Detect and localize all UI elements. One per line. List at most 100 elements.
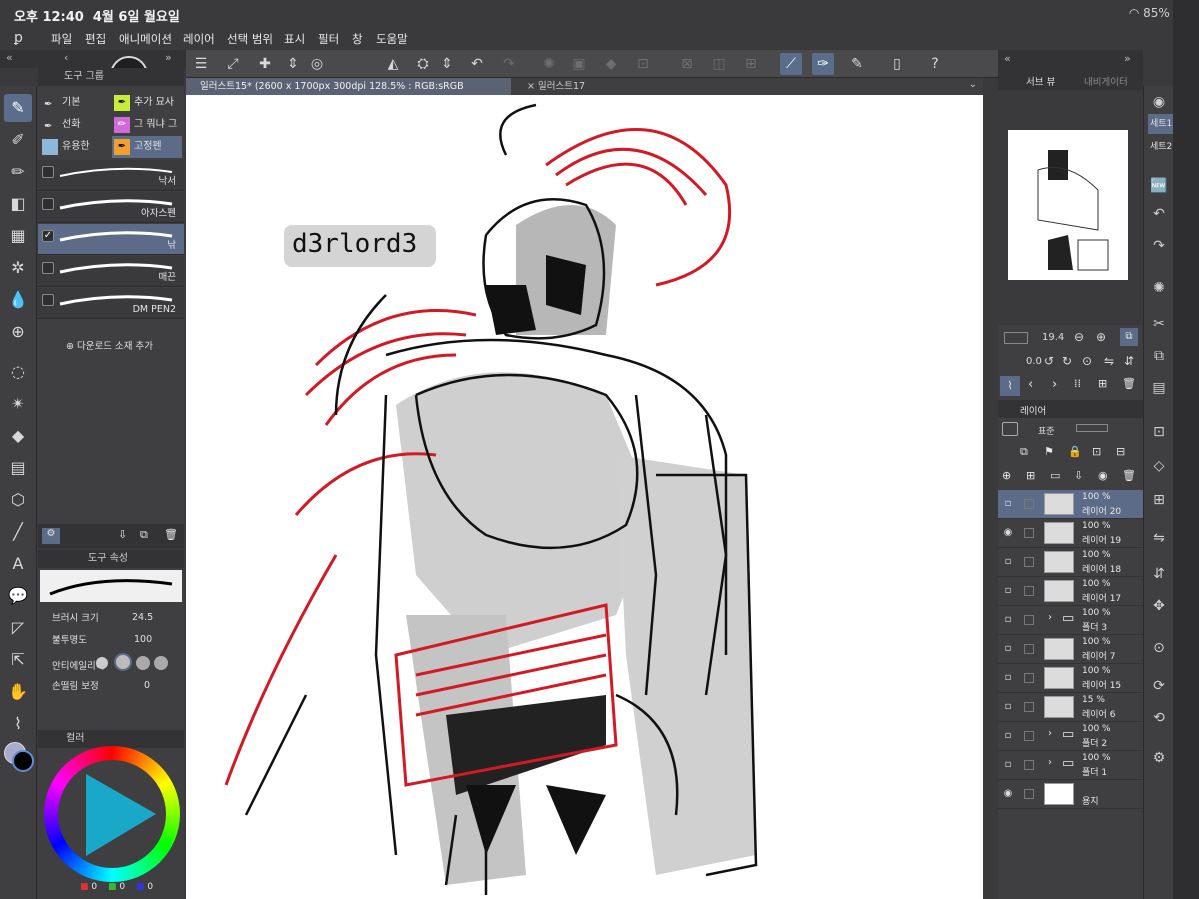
eye-icon[interactable]: ◉: [1002, 527, 1014, 538]
color-swatch-icon[interactable]: [4, 742, 34, 772]
new-raster-layer-icon[interactable]: ⊕: [1002, 469, 1011, 482]
opacity-value[interactable]: 100: [134, 634, 152, 645]
layer-row[interactable]: ▫ 100 % 레이어 18: [998, 548, 1143, 577]
add-material-button[interactable]: ⊕ 다운로드 소재 추가: [66, 338, 153, 352]
eye-hidden-icon[interactable]: ▫: [1002, 701, 1014, 712]
clear-icon[interactable]: ◭: [382, 53, 404, 75]
layer-lock-checkbox[interactable]: [1024, 644, 1034, 654]
clear-layer-icon[interactable]: ▣: [568, 53, 590, 75]
subtool-group-useful[interactable]: 유용한: [40, 136, 110, 158]
eye-hidden-icon[interactable]: ▫: [1002, 498, 1014, 509]
canvas-area[interactable]: d3rlord3: [186, 95, 983, 899]
layer-lock-checkbox[interactable]: [1024, 586, 1034, 596]
eye-hidden-icon[interactable]: ▫: [1002, 759, 1014, 770]
airbrush-tool-icon[interactable]: ✲: [4, 254, 32, 282]
grid-tool-icon[interactable]: ⊕: [4, 318, 32, 346]
drawing-canvas[interactable]: d3rlord3: [186, 95, 983, 899]
grid-icon[interactable]: ⁞⁞: [1074, 377, 1081, 390]
frame-tool-icon[interactable]: ◸: [4, 614, 32, 642]
scale-icon[interactable]: ⊞: [1147, 488, 1171, 512]
trash-icon[interactable]: 🗑: [164, 528, 178, 541]
collapse-right-icon[interactable]: «: [1004, 52, 1011, 65]
color-wheel[interactable]: [44, 746, 180, 882]
layer-lock-checkbox[interactable]: [1024, 499, 1034, 509]
app-logo-icon[interactable]: ꝑ: [14, 30, 34, 48]
undo-icon[interactable]: ↶: [466, 53, 488, 75]
tab-sub-view[interactable]: 서브 뷰: [1026, 74, 1055, 88]
ruler-snap-icon[interactable]: ⟋: [780, 53, 802, 75]
layer-row[interactable]: ▫ › ▭ 100 % 폴더 1: [998, 751, 1143, 780]
command-bar-toggle-icon[interactable]: ◉: [1147, 90, 1171, 114]
rotate-reset-icon[interactable]: ⟲: [1147, 706, 1171, 730]
subtool-group-lineart[interactable]: ✒ 선화: [40, 114, 110, 136]
menu-selection[interactable]: 선택 범위: [227, 31, 273, 47]
pen-pressure-icon[interactable]: ✎: [846, 53, 868, 75]
brush-item[interactable]: 아자스펜: [38, 192, 184, 223]
layer-row[interactable]: ▫ › ▭ 100 % 폴더 3: [998, 606, 1143, 635]
zoom-in-icon[interactable]: ⊕: [1096, 330, 1106, 344]
lock-icon[interactable]: 🔒: [1068, 445, 1082, 458]
menu-help[interactable]: 도움말: [376, 31, 408, 47]
brush-checkbox[interactable]: [42, 262, 54, 274]
chevron-left-icon[interactable]: ‹: [1028, 377, 1033, 392]
crop-icon[interactable]: ⊞: [740, 53, 762, 75]
set2-button[interactable]: 세트2: [1148, 137, 1176, 157]
blend-tool-icon[interactable]: 💧: [4, 286, 32, 314]
menu-icon[interactable]: ☰: [190, 53, 212, 75]
layer-lock-checkbox[interactable]: [1024, 731, 1034, 741]
eye-hidden-icon[interactable]: ▫: [1002, 730, 1014, 741]
zoom-out-icon[interactable]: ⊖: [1074, 330, 1084, 344]
menu-filter[interactable]: 필터: [318, 31, 339, 47]
subtool-settings-icon[interactable]: ⚙: [42, 528, 60, 544]
text-tool-icon[interactable]: A: [4, 550, 32, 578]
zoom-slider[interactable]: [1004, 332, 1028, 344]
set1-button[interactable]: 세트1: [1148, 114, 1176, 134]
rotate-left-icon[interactable]: ↺: [1044, 354, 1054, 368]
hand-tool-icon[interactable]: ✋: [4, 678, 32, 706]
opacity-slider[interactable]: [1076, 424, 1108, 432]
brush-item-selected[interactable]: ✓ 낚: [38, 224, 184, 255]
layer-lock-checkbox[interactable]: [1024, 702, 1034, 712]
menu-layer[interactable]: 레이어: [183, 31, 215, 47]
rotation-value[interactable]: 0.0: [1026, 356, 1042, 367]
tab-illust17[interactable]: × 일러스트17: [513, 78, 633, 95]
subtool-group-extra[interactable]: ✒ 추가 묘사: [112, 92, 182, 114]
lasso-tool-icon[interactable]: ◌: [4, 358, 32, 386]
device-icon[interactable]: ▯: [886, 53, 908, 75]
magic-wand-icon[interactable]: ✴: [4, 390, 32, 418]
menu-edit[interactable]: 편집: [85, 31, 106, 47]
eye-hidden-icon[interactable]: ▫: [1002, 672, 1014, 683]
settings-icon[interactable]: ⚙: [1147, 746, 1171, 770]
cut-icon[interactable]: ✂: [1147, 312, 1171, 336]
fit-screen-icon[interactable]: ⤢: [222, 53, 244, 75]
trash-icon[interactable]: 🗑: [1122, 469, 1136, 482]
add-image-icon[interactable]: ⊞: [1098, 377, 1107, 390]
expand-right-icon[interactable]: »: [1124, 52, 1131, 65]
layer-color-icon[interactable]: ◎: [306, 53, 328, 75]
redo-icon[interactable]: ↷: [498, 53, 520, 75]
eye-hidden-icon[interactable]: ▫: [1002, 614, 1014, 625]
invert-selection-icon[interactable]: ◫: [708, 53, 730, 75]
reset-rotation-icon[interactable]: ⊙: [1082, 354, 1092, 368]
layer-lock-checkbox[interactable]: [1024, 673, 1034, 683]
layer-row[interactable]: ▫ 100 % 레이어 7: [998, 635, 1143, 664]
chevron-right-icon[interactable]: ›: [1048, 728, 1052, 739]
layer-row[interactable]: ◉ 용지: [998, 780, 1143, 809]
line-tool-icon[interactable]: ╱: [4, 518, 32, 546]
mask-add-icon[interactable]: ◉: [1098, 469, 1108, 482]
transform-icon[interactable]: ⊡: [632, 53, 654, 75]
menu-window[interactable]: 창: [352, 31, 363, 47]
brush-checkbox[interactable]: ✓: [42, 230, 54, 242]
expand-panel-icon[interactable]: »: [165, 51, 172, 64]
stepper-icon[interactable]: ⇕: [436, 53, 458, 75]
undo-icon[interactable]: ↶: [1147, 202, 1171, 226]
navigator-preview[interactable]: [1008, 130, 1128, 280]
subtool-group-basic[interactable]: ✒ 기본: [40, 92, 110, 114]
eyedropper-icon[interactable]: ⌇: [1000, 376, 1020, 396]
help-icon[interactable]: ?: [924, 53, 946, 75]
fill-selection-icon[interactable]: ◆: [600, 53, 622, 75]
eye-hidden-icon[interactable]: ▫: [1002, 643, 1014, 654]
brush-tool-icon[interactable]: ✏: [4, 158, 32, 186]
subtool-group-fixedpen[interactable]: ✒ 고정펜: [112, 136, 182, 158]
layer-lock-checkbox[interactable]: [1024, 528, 1034, 538]
